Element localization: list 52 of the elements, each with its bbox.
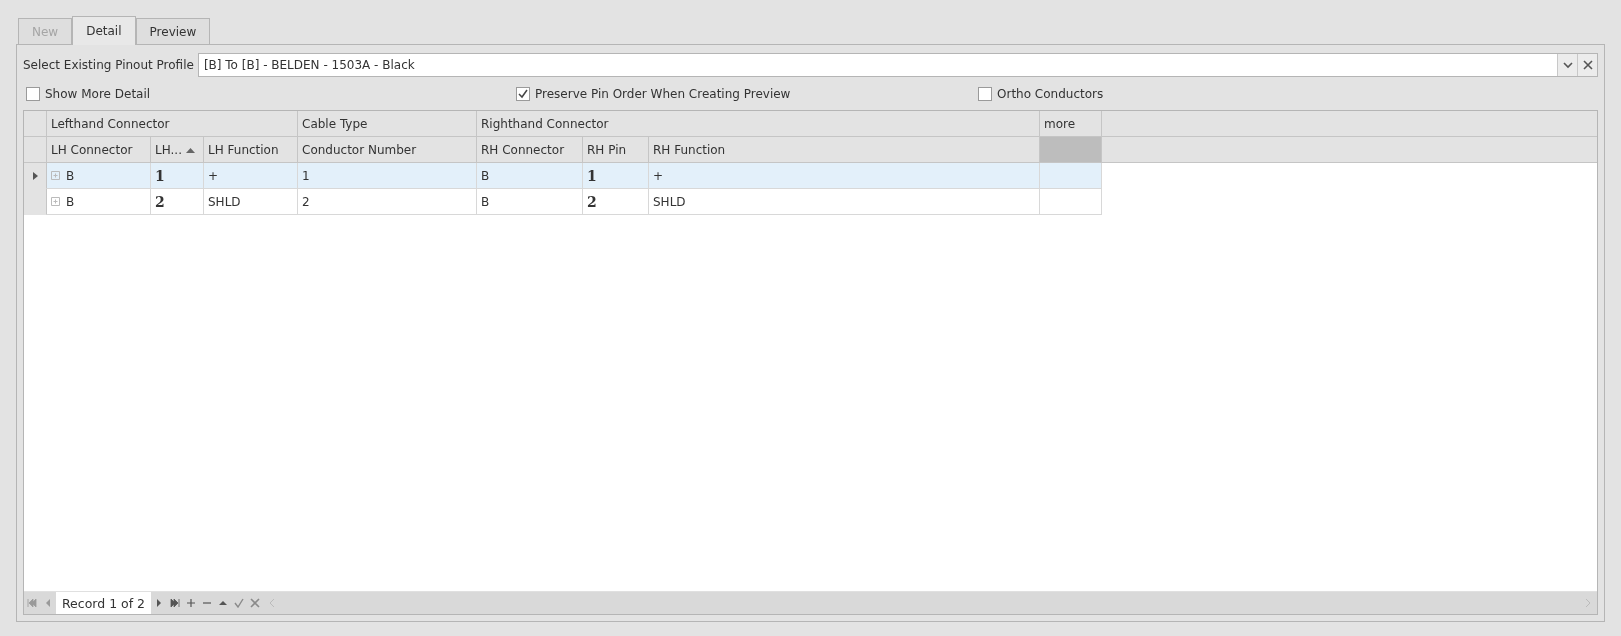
cell-text: 1 — [302, 168, 310, 183]
cell-text: 2 — [587, 193, 597, 210]
last-icon — [170, 598, 181, 608]
record-counter: Record 1 of 2 — [56, 592, 152, 614]
profile-label: Select Existing Pinout Profile — [23, 58, 194, 72]
band-header[interactable]: Cable Type — [298, 111, 477, 136]
cell-text: B — [481, 194, 490, 209]
cell-text: + — [208, 168, 219, 183]
plus-icon — [186, 598, 197, 608]
first-icon — [27, 598, 37, 608]
column-header[interactable]: LH Function — [204, 137, 298, 162]
cell-text: B — [481, 168, 490, 183]
expand-icon[interactable] — [51, 171, 60, 180]
close-icon — [1582, 60, 1593, 70]
expand-icon[interactable] — [51, 197, 60, 206]
chevron-left-icon[interactable] — [269, 598, 276, 608]
current-row-icon — [32, 171, 38, 180]
cell-text: B — [66, 168, 75, 183]
checkmark-icon — [234, 598, 245, 608]
column-header[interactable]: LH Connector — [47, 137, 151, 162]
checkbox[interactable] — [26, 86, 40, 101]
cell-text: 1 — [155, 167, 165, 184]
tab[interactable]: Detail — [72, 16, 136, 45]
up-icon — [218, 598, 229, 608]
checkbox[interactable] — [516, 86, 530, 101]
band-header[interactable]: more — [1040, 111, 1102, 136]
checkbox-label: Preserve Pin Order When Creating Preview — [535, 86, 791, 101]
cell-text: B — [66, 194, 75, 209]
checkbox[interactable] — [978, 86, 992, 101]
cell-text: SHLD — [653, 194, 686, 209]
cell-text: SHLD — [208, 194, 241, 209]
sort-ascending-icon — [185, 146, 195, 153]
chevron-right-icon[interactable] — [1585, 598, 1591, 608]
cancel-icon — [250, 598, 261, 608]
chevron-down-icon — [1562, 60, 1573, 70]
column-header[interactable]: RH Connector — [477, 137, 583, 162]
band-header[interactable]: Righthand Connector — [477, 111, 1040, 136]
cell-text: 2 — [302, 194, 310, 209]
column-header[interactable]: Conductor Number — [298, 137, 477, 162]
column-header[interactable]: LH... — [151, 137, 204, 162]
profile-dropdown[interactable]: [B] To [B] - BELDEN - 1503A - Black — [197, 53, 1598, 77]
cell-text: 1 — [587, 167, 597, 184]
band-header[interactable]: Lefthand Connector — [47, 111, 298, 136]
tab[interactable]: Preview — [135, 18, 211, 44]
column-header[interactable]: RH Pin — [583, 137, 649, 162]
clear-button[interactable] — [1577, 54, 1597, 76]
cell-text: 2 — [155, 193, 165, 210]
row-indicator[interactable] — [24, 163, 47, 189]
dropdown-button[interactable] — [1557, 54, 1577, 76]
cell-text: + — [653, 168, 664, 183]
checkbox-label: Ortho Conductors — [997, 86, 1104, 101]
checkbox-label: Show More Detail — [45, 86, 151, 101]
